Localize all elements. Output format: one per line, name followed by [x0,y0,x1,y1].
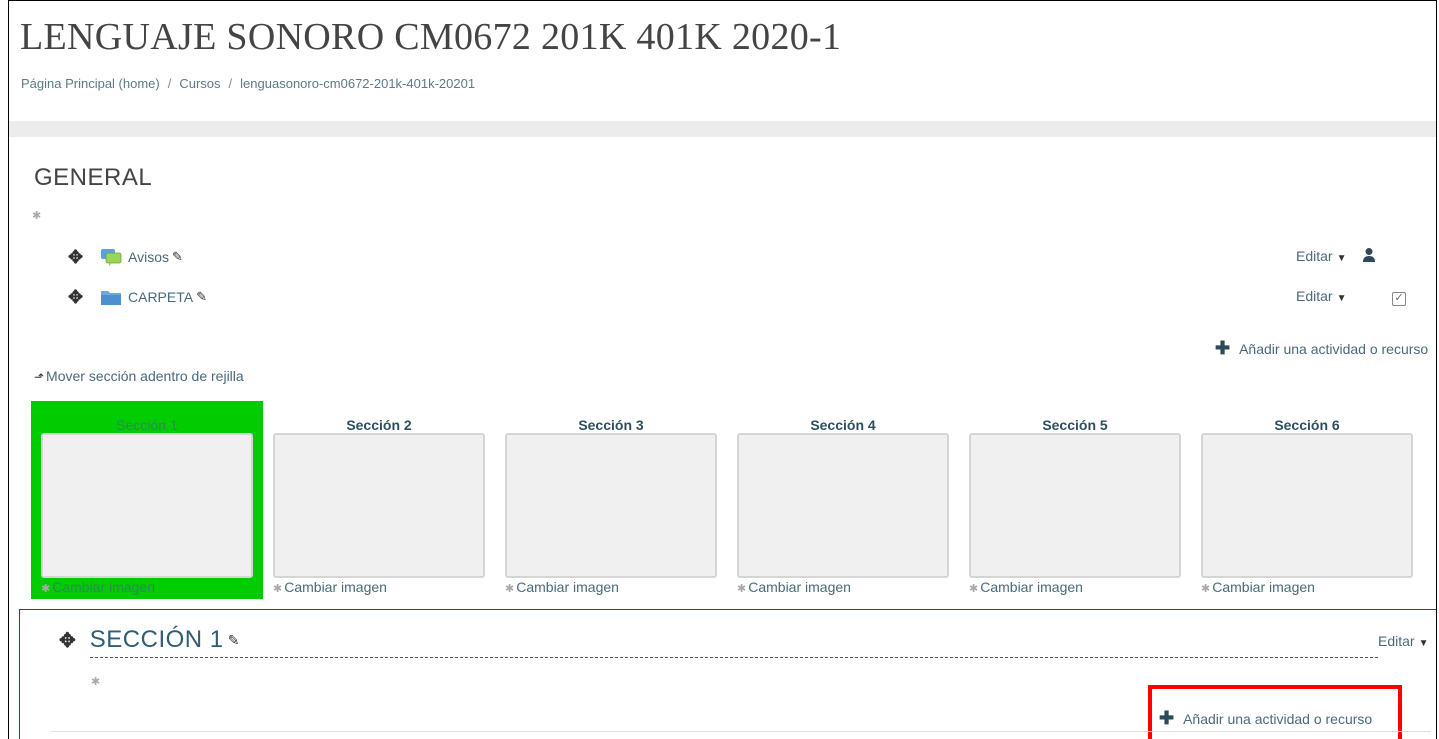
breadcrumb-courses[interactable]: Cursos [179,76,220,91]
change-image-label: Cambiar imagen [1212,579,1315,595]
move-icon[interactable]: ✥ [68,247,90,268]
gear-icon: ✱ [273,583,283,595]
move-icon[interactable]: ✥ [68,287,90,308]
tile-title: Sección 2 [346,417,412,433]
tile-title: Sección 3 [578,417,644,433]
gear-icon: ✱ [41,583,51,595]
general-section-title: GENERAL [34,164,153,191]
change-image-label: Cambiar imagen [52,579,155,595]
tile-image[interactable] [969,433,1181,578]
section-1-header: ✥ SECCIÓN 1 ✎ [59,626,239,654]
breadcrumb-separator: / [167,76,172,91]
tile-section-2[interactable]: Sección 2 ✱ Cambiar imagen [263,401,495,599]
completion-checkbox-icon[interactable]: ✓ [1392,292,1406,306]
gear-icon[interactable]: ✱ [91,675,100,688]
caret-down-icon: ▼ [1336,293,1347,304]
tile-image[interactable] [41,433,253,578]
course-page: LENGUAJE SONORO CM0672 201K 401K 2020-1 … [8,0,1437,739]
tile-title: Sección 5 [1042,417,1108,433]
change-image-label: Cambiar imagen [284,579,387,595]
header-divider [9,121,1436,137]
change-image-link[interactable]: ✱ Cambiar imagen [969,579,1083,595]
title-underline [90,657,1378,658]
gear-icon: ✱ [969,583,979,595]
edit-label: Editar [1296,288,1333,304]
move-icon[interactable]: ✥ [59,628,76,653]
change-image-label: Cambiar imagen [980,579,1083,595]
activity-avisos: ✥ Avisos ✎ [68,246,183,268]
breadcrumb-separator: / [228,76,233,91]
gear-icon: ✱ [737,583,747,595]
change-image-label: Cambiar imagen [748,579,851,595]
edit-label: Editar [1296,248,1333,264]
move-section-label: Mover sección adentro de rejilla [46,368,244,384]
tile-image[interactable] [1201,433,1413,578]
change-image-label: Cambiar imagen [516,579,619,595]
activity-name[interactable]: CARPETA [128,289,193,305]
move-into-grid-icon: ⬏ [34,370,45,384]
pencil-icon[interactable]: ✎ [228,632,240,649]
breadcrumb: Página Principal (home) / Cursos / lenguason… [21,76,475,91]
change-image-link[interactable]: ✱ Cambiar imagen [737,579,851,595]
edit-menu-section-1[interactable]: Editar ▼ [1378,633,1428,649]
forum-icon [101,249,122,266]
tile-section-4[interactable]: Sección 4 ✱ Cambiar imagen [727,401,959,599]
page-title: LENGUAJE SONORO CM0672 201K 401K 2020-1 [20,16,842,58]
gear-icon[interactable]: ✱ [32,209,41,222]
pencil-icon[interactable]: ✎ [196,289,207,305]
breadcrumb-home[interactable]: Página Principal (home) [21,76,160,91]
plus-icon: ✚ [1215,338,1231,358]
activity-name[interactable]: Avisos [128,249,169,265]
add-activity-label: Añadir una actividad o recurso [1239,340,1429,357]
tile-title: Sección 6 [1274,417,1340,433]
caret-down-icon: ▼ [1336,253,1347,264]
gear-icon: ✱ [505,583,515,595]
edit-menu-carpeta[interactable]: Editar ▼ [1296,288,1346,304]
edit-menu-avisos[interactable]: Editar ▼ [1296,248,1346,264]
pencil-icon[interactable]: ✎ [172,249,183,265]
breadcrumb-course[interactable]: lenguasonoro-cm0672-201k-401k-20201 [240,76,475,91]
folder-icon [101,291,121,305]
tile-section-6[interactable]: Sección 6 ✱ Cambiar imagen [1191,401,1423,599]
change-image-link[interactable]: ✱ Cambiar imagen [1201,579,1315,595]
tile-image[interactable] [273,433,485,578]
section-divider [51,731,1431,732]
tile-section-3[interactable]: Sección 3 ✱ Cambiar imagen [495,401,727,599]
tile-section-1[interactable]: Sección 1 ✱ Cambiar imagen [31,401,263,599]
change-image-link[interactable]: ✱ Cambiar imagen [505,579,619,595]
change-image-link[interactable]: ✱ Cambiar imagen [273,579,387,595]
gear-icon: ✱ [1201,583,1211,595]
move-section-link[interactable]: ⬏ Mover sección adentro de rejilla [34,368,244,384]
tile-image[interactable] [737,433,949,578]
caret-down-icon: ▼ [1418,638,1429,649]
activity-carpeta: ✥ CARPETA ✎ [68,286,207,308]
tile-title: Sección 1 [116,417,178,433]
tile-section-5[interactable]: Sección 5 ✱ Cambiar imagen [959,401,1191,599]
add-activity-general[interactable]: ✚ Añadir una actividad o recurso [1215,338,1428,359]
change-image-link[interactable]: ✱ Cambiar imagen [41,579,155,595]
tile-image[interactable] [505,433,717,578]
user-icon[interactable] [1362,247,1376,263]
tile-title: Sección 4 [810,417,876,433]
section-1-title: SECCIÓN 1 [89,626,224,653]
edit-label: Editar [1378,633,1415,649]
